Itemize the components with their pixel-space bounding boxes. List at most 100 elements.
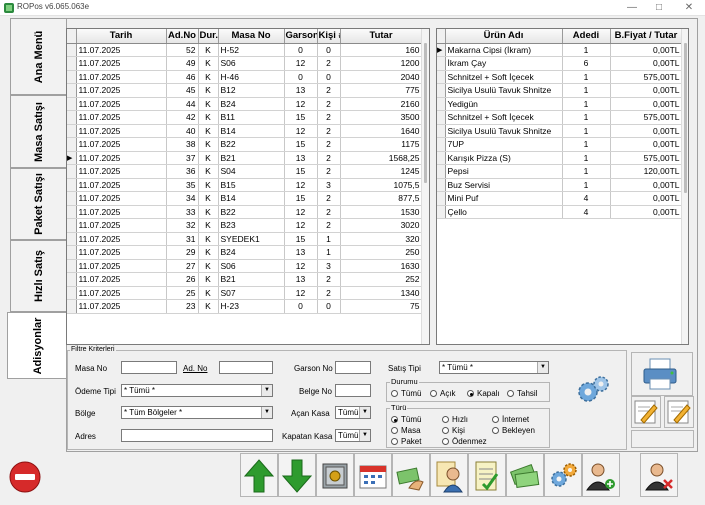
user-add-button[interactable] (582, 453, 620, 497)
order-cell: B24 (218, 245, 285, 260)
turu-odenmez-radio[interactable]: Ödenmez (442, 437, 487, 446)
col-tarih[interactable]: Tarih (76, 29, 167, 44)
product-row[interactable]: 7UP 1 0,00TL (437, 137, 683, 152)
edit-button[interactable] (631, 396, 661, 428)
product-row[interactable]: Buz Servisi 1 0,00TL (437, 178, 683, 192)
order-row[interactable]: ▶ 11.07.2025 37 K B21 13 2 1568,25 (67, 151, 423, 165)
settings-gears-icon[interactable] (573, 373, 613, 407)
product-row[interactable]: Sicilya Usulü Tavuk Shnitze 1 0,00TL (437, 83, 683, 98)
maximize-button[interactable]: □ (644, 0, 674, 16)
order-cell: 0 (284, 299, 318, 314)
close-button[interactable]: ✕ (674, 0, 704, 16)
turu-kisi-radio[interactable]: Kişi (442, 426, 465, 435)
tab-adisyonlar[interactable]: Adisyonlar (7, 312, 67, 379)
ad-no-link[interactable]: Ad. No (183, 364, 207, 373)
satis-tipi-select[interactable]: * Tümü * ▼ (439, 361, 549, 374)
turu-bekleyen-radio[interactable]: Bekleyen (492, 426, 535, 435)
turu-tumu-radio[interactable]: Tümü (391, 415, 421, 424)
order-row[interactable]: 11.07.2025 46 K H-46 0 0 2040 (67, 70, 423, 84)
product-row[interactable]: Yedigün 1 0,00TL (437, 97, 683, 111)
order-cell: B21 (218, 272, 285, 287)
calendar-button[interactable] (354, 453, 392, 497)
col-ad-no[interactable]: Ad.No (166, 29, 199, 44)
order-row[interactable]: 11.07.2025 44 K B24 12 2 2160 (67, 97, 423, 111)
order-row[interactable]: 11.07.2025 34 K B14 15 2 877,5 (67, 191, 423, 206)
product-row[interactable]: Mini Puf 4 0,00TL (437, 191, 683, 206)
print-button[interactable] (631, 352, 693, 396)
product-row[interactable]: Schnitzel + Soft İçecek 1 575,00TL (437, 110, 683, 125)
order-row[interactable]: 11.07.2025 27 K S06 12 3 1630 (67, 259, 423, 273)
col-adedi[interactable]: Adedi (562, 29, 611, 44)
ad-no-input[interactable] (219, 361, 273, 374)
tab-masa-satisi[interactable]: Masa Satışı (10, 95, 66, 168)
order-row[interactable]: 11.07.2025 33 K B22 12 2 1530 (67, 205, 423, 219)
order-row[interactable]: 11.07.2025 49 K S06 12 2 1200 (67, 56, 423, 71)
masa-no-input[interactable] (121, 361, 177, 374)
safe-button[interactable] (316, 453, 354, 497)
order-row[interactable]: 11.07.2025 25 K S07 12 2 1340 (67, 286, 423, 300)
order-row[interactable]: 11.07.2025 38 K B22 15 2 1175 (67, 137, 423, 152)
money-button[interactable] (506, 453, 544, 497)
move-up-button[interactable] (240, 453, 278, 497)
bolge-select[interactable]: * Tüm Bölgeler * ▼ (121, 406, 273, 419)
order-row[interactable]: 11.07.2025 32 K B23 12 2 3020 (67, 218, 423, 233)
order-row[interactable]: 11.07.2025 29 K B24 13 1 250 (67, 245, 423, 260)
durumu-acik-radio[interactable]: Açık (430, 389, 456, 398)
calendar-icon (359, 465, 387, 489)
order-row[interactable]: 11.07.2025 36 K S04 15 2 1245 (67, 164, 423, 179)
order-row[interactable]: 11.07.2025 45 K B12 13 2 775 (67, 83, 423, 98)
turu-masa-radio[interactable]: Masa (391, 426, 421, 435)
odeme-tipi-select[interactable]: * Tümü * ▼ (121, 384, 273, 397)
acan-kasa-select[interactable]: Tümü ▼ (335, 406, 371, 419)
product-row[interactable]: Çello 4 0,00TL (437, 205, 683, 219)
turu-paket-radio[interactable]: Paket (391, 437, 421, 446)
payment-button[interactable] (392, 453, 430, 497)
garson-no-input[interactable] (335, 361, 371, 374)
adres-input[interactable] (121, 429, 273, 442)
edit-alt-button[interactable] (664, 396, 694, 428)
order-row[interactable]: 11.07.2025 23 K H-23 0 0 75 (67, 299, 423, 314)
waiter-button[interactable] (430, 453, 468, 497)
products-scrollbar[interactable] (681, 29, 688, 344)
product-row[interactable]: Pepsi 1 120,00TL (437, 164, 683, 179)
tab-ana-menu[interactable]: Ana Menü (10, 18, 66, 95)
order-row[interactable]: 11.07.2025 35 K B15 12 3 1075,5 (67, 178, 423, 192)
order-row[interactable]: 11.07.2025 26 K B21 13 2 252 (67, 272, 423, 287)
tab-hizli-satis[interactable]: Hızlı Satış (10, 240, 66, 312)
col-fiyat[interactable]: B.Fiyat / Tutar (610, 29, 683, 44)
side-blank-button[interactable] (631, 430, 694, 448)
product-row[interactable]: İkram Çay 6 0,00TL (437, 56, 683, 71)
turu-internet-radio[interactable]: İnternet (492, 415, 529, 424)
durumu-tahsil-radio[interactable]: Tahsil (507, 389, 537, 398)
order-cell: 11.07.2025 (76, 164, 167, 179)
user-remove-button[interactable] (640, 453, 678, 497)
settings-button[interactable] (544, 453, 582, 497)
checklist-button[interactable] (468, 453, 506, 497)
col-kisi[interactable]: Kişi # (317, 29, 341, 44)
product-row[interactable]: Karışık Pizza (S) 1 575,00TL (437, 151, 683, 165)
tab-paket-satisi[interactable]: Paket Satışı (10, 168, 66, 240)
order-row[interactable]: 11.07.2025 52 K H-52 0 0 160 (67, 43, 423, 57)
exit-button[interactable] (8, 460, 42, 496)
product-cell: 1 (562, 151, 611, 165)
order-row[interactable]: 11.07.2025 31 K SYEDEK1 15 1 320 (67, 232, 423, 246)
col-urun-adi[interactable]: Ürün Adı (445, 29, 563, 44)
product-row[interactable]: ▶ Makarna Cipsi (İkram) 1 0,00TL (437, 43, 683, 57)
kapatan-kasa-select[interactable]: Tümü ▼ (335, 429, 371, 442)
col-dur[interactable]: Dur. (198, 29, 219, 44)
order-row[interactable]: 11.07.2025 40 K B14 12 2 1640 (67, 124, 423, 138)
product-row[interactable]: Sicilya Usulü Tavuk Shnitze 1 0,00TL (437, 124, 683, 138)
col-masa-no[interactable]: Masa No (218, 29, 285, 44)
minimize-button[interactable]: — (617, 0, 647, 16)
orders-scrollbar[interactable] (421, 29, 429, 344)
belge-no-input[interactable] (335, 384, 371, 397)
durumu-tumu-radio[interactable]: Tümü (391, 389, 421, 398)
product-cell: Sicilya Usulü Tavuk Shnitze (445, 124, 563, 138)
turu-hizli-radio[interactable]: Hızlı (442, 415, 468, 424)
durumu-kapali-radio[interactable]: Kapalı (467, 389, 500, 398)
product-row[interactable]: Schnitzel + Soft İçecek 1 575,00TL (437, 70, 683, 84)
col-garson[interactable]: Garson (284, 29, 318, 44)
col-tutar[interactable]: Tutar (340, 29, 423, 44)
order-row[interactable]: 11.07.2025 42 K B11 15 2 3500 (67, 110, 423, 125)
move-down-button[interactable] (278, 453, 316, 497)
